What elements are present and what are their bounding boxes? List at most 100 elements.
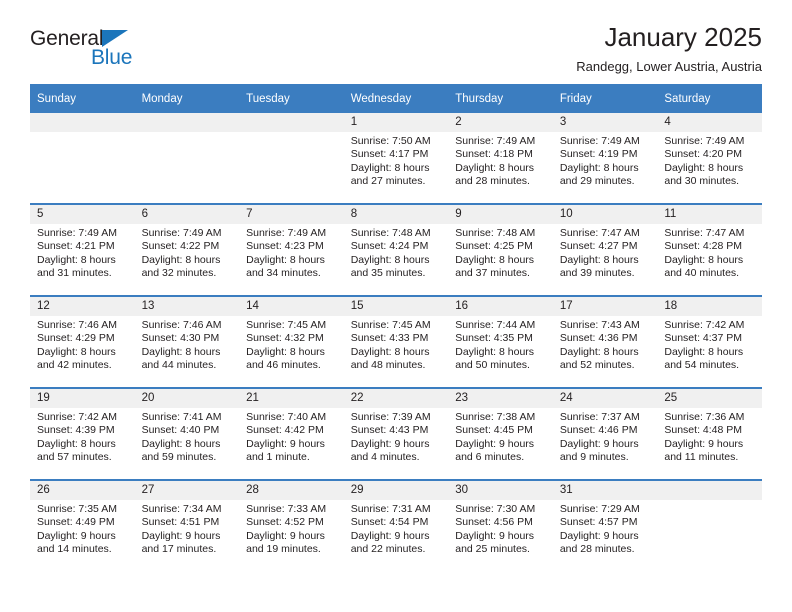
daylight-text-line1: Daylight: 9 hours [141,529,221,542]
calendar-day-cell[interactable]: 22 Sunrise: 7:39 AM Sunset: 4:43 PM Dayligh… [343,387,449,480]
calendar-day-cell-empty [134,113,240,204]
sunset-text: Sunset: 4:36 PM [559,332,638,345]
daylight-text-line1: Daylight: 9 hours [350,529,430,542]
triangle-icon [102,30,128,47]
weekday-header-saturday: Saturday [657,84,762,113]
sunrise-text: Sunrise: 7:49 AM [559,135,640,147]
sunrise-text: Sunrise: 7:38 AM [455,411,536,423]
calendar-day-cell[interactable]: 2 Sunrise: 7:49 AM Sunset: 4:18 PM Daylight… [448,113,553,204]
daylight-text-line1: Daylight: 8 hours [559,253,639,266]
sunrise-text: Sunrise: 7:48 AM [350,227,431,239]
day-number: 4 [657,113,762,132]
calendar-day-cell[interactable]: 29 Sunrise: 7:31 AM Sunset: 4:54 PM Dayligh… [343,479,449,571]
sunrise-text: Sunrise: 7:44 AM [455,319,536,331]
calendar-day-cell[interactable]: 5 Sunrise: 7:49 AM Sunset: 4:21 PM Daylight… [30,203,135,296]
day-details: Sunrise: 7:49 AM Sunset: 4:21 PM Daylight:… [30,224,135,281]
calendar-day-cell[interactable]: 19 Sunrise: 7:42 AM Sunset: 4:39 PM Dayligh… [30,387,135,480]
day-number: 7 [239,205,344,224]
day-number: 27 [134,481,240,500]
sunset-text: Sunset: 4:52 PM [246,516,324,529]
calendar-day-cell[interactable]: 27 Sunrise: 7:34 AM Sunset: 4:51 PM Dayligh… [134,479,240,571]
sunrise-text: Sunrise: 7:49 AM [455,135,536,147]
daylight-text-line2: and 31 minutes. [37,267,112,280]
sunrise-text: Sunrise: 7:46 AM [141,319,222,331]
day-number [239,113,344,132]
daylight-text-line1: Daylight: 8 hours [350,161,430,174]
sunrise-text: Sunrise: 7:30 AM [455,503,536,515]
sunset-text: Sunset: 4:19 PM [559,148,638,161]
day-number: 25 [657,389,762,408]
daylight-text-line1: Daylight: 8 hours [664,253,744,266]
calendar-day-cell[interactable]: 17 Sunrise: 7:43 AM Sunset: 4:36 PM Dayligh… [552,295,658,388]
calendar-day-cell[interactable]: 25 Sunrise: 7:36 AM Sunset: 4:48 PM Dayligh… [657,387,762,480]
calendar-day-cell[interactable]: 8 Sunrise: 7:48 AM Sunset: 4:24 PM Daylight… [343,203,449,296]
sunset-text: Sunset: 4:42 PM [246,424,324,437]
day-number: 24 [552,389,658,408]
calendar-day-cell[interactable]: 13 Sunrise: 7:46 AM Sunset: 4:30 PM Dayligh… [134,295,240,388]
sunrise-text: Sunrise: 7:49 AM [246,227,327,239]
calendar-day-cell[interactable]: 12 Sunrise: 7:46 AM Sunset: 4:29 PM Dayligh… [30,295,135,388]
calendar-day-cell[interactable]: 18 Sunrise: 7:42 AM Sunset: 4:37 PM Dayligh… [657,295,762,388]
daylight-text-line2: and 44 minutes. [141,359,217,372]
daylight-text-line1: Daylight: 8 hours [559,345,639,358]
daylight-text-line1: Daylight: 8 hours [37,253,116,266]
sunrise-text: Sunrise: 7:35 AM [37,503,117,515]
calendar-week-row: 5 Sunrise: 7:49 AM Sunset: 4:21 PM Daylight… [30,203,762,296]
calendar-day-cell[interactable]: 3 Sunrise: 7:49 AM Sunset: 4:19 PM Daylight… [552,113,658,204]
calendar-day-cell[interactable]: 28 Sunrise: 7:33 AM Sunset: 4:52 PM Dayligh… [239,479,344,571]
day-details: Sunrise: 7:35 AM Sunset: 4:49 PM Daylight:… [30,500,135,557]
daylight-text-line2: and 42 minutes. [37,359,112,372]
calendar-day-cell[interactable]: 23 Sunrise: 7:38 AM Sunset: 4:45 PM Dayligh… [448,387,553,480]
calendar-day-cell[interactable]: 7 Sunrise: 7:49 AM Sunset: 4:23 PM Daylight… [239,203,344,296]
day-number: 31 [552,481,658,500]
daylight-text-line1: Daylight: 9 hours [246,529,325,542]
daylight-text-line1: Daylight: 8 hours [246,253,325,266]
calendar-day-cell[interactable]: 11 Sunrise: 7:47 AM Sunset: 4:28 PM Dayligh… [657,203,762,296]
calendar-day-cell[interactable]: 9 Sunrise: 7:48 AM Sunset: 4:25 PM Daylight… [448,203,553,296]
calendar-week-row: 26 Sunrise: 7:35 AM Sunset: 4:49 PM Dayligh… [30,479,762,571]
sunset-text: Sunset: 4:20 PM [664,148,743,161]
daylight-text-line2: and 59 minutes. [141,451,217,464]
sunset-text: Sunset: 4:29 PM [37,332,115,345]
calendar-day-cell[interactable]: 10 Sunrise: 7:47 AM Sunset: 4:27 PM Dayligh… [552,203,658,296]
calendar-day-cell[interactable]: 1 Sunrise: 7:50 AM Sunset: 4:17 PM Daylight… [343,113,449,204]
daylight-text-line2: and 1 minute. [246,451,310,464]
daylight-text-line2: and 6 minutes. [455,451,525,464]
calendar-day-cell[interactable]: 24 Sunrise: 7:37 AM Sunset: 4:46 PM Dayligh… [552,387,658,480]
sunrise-text: Sunrise: 7:39 AM [350,411,431,423]
calendar-day-cell[interactable]: 16 Sunrise: 7:44 AM Sunset: 4:35 PM Dayligh… [448,295,553,388]
sunset-text: Sunset: 4:17 PM [350,148,429,161]
daylight-text-line2: and 27 minutes. [350,175,426,188]
calendar-day-cell[interactable]: 31 Sunrise: 7:29 AM Sunset: 4:57 PM Dayligh… [552,479,658,571]
daylight-text-line2: and 48 minutes. [350,359,426,372]
calendar-day-cell[interactable]: 15 Sunrise: 7:45 AM Sunset: 4:33 PM Dayligh… [343,295,449,388]
day-details: Sunrise: 7:29 AM Sunset: 4:57 PM Daylight:… [553,500,658,557]
calendar-day-cell[interactable]: 30 Sunrise: 7:30 AM Sunset: 4:56 PM Dayligh… [448,479,553,571]
calendar-day-cell[interactable]: 20 Sunrise: 7:41 AM Sunset: 4:40 PM Dayligh… [134,387,240,480]
daylight-text-line1: Daylight: 9 hours [559,437,639,450]
sunrise-text: Sunrise: 7:40 AM [246,411,327,423]
daylight-text-line2: and 28 minutes. [455,175,530,188]
daylight-text-line2: and 29 minutes. [559,175,635,188]
calendar-day-cell[interactable]: 4 Sunrise: 7:49 AM Sunset: 4:20 PM Daylight… [657,113,762,204]
sunrise-text: Sunrise: 7:47 AM [664,227,745,239]
day-number [134,113,240,132]
weekday-header-tuesday: Tuesday [239,84,344,113]
generalblue-logo[interactable]: General Blue [30,28,230,74]
day-number: 8 [343,205,449,224]
calendar-day-cell[interactable]: 14 Sunrise: 7:45 AM Sunset: 4:32 PM Dayligh… [239,295,344,388]
day-number: 30 [448,481,553,500]
day-details: Sunrise: 7:37 AM Sunset: 4:46 PM Daylight:… [553,408,658,465]
sunset-text: Sunset: 4:49 PM [37,516,115,529]
daylight-text-line2: and 19 minutes. [246,543,321,556]
daylight-text-line1: Daylight: 9 hours [455,437,535,450]
calendar-day-cell[interactable]: 6 Sunrise: 7:49 AM Sunset: 4:22 PM Daylight… [134,203,240,296]
sunset-text: Sunset: 4:39 PM [37,424,115,437]
calendar-day-cell[interactable]: 21 Sunrise: 7:40 AM Sunset: 4:42 PM Dayligh… [239,387,344,480]
daylight-text-line1: Daylight: 8 hours [141,253,221,266]
sunset-text: Sunset: 4:35 PM [455,332,533,345]
sunset-text: Sunset: 4:23 PM [246,240,324,253]
daylight-text-line1: Daylight: 8 hours [455,161,535,174]
calendar-day-cell[interactable]: 26 Sunrise: 7:35 AM Sunset: 4:49 PM Dayligh… [30,479,135,571]
daylight-text-line1: Daylight: 9 hours [246,437,325,450]
